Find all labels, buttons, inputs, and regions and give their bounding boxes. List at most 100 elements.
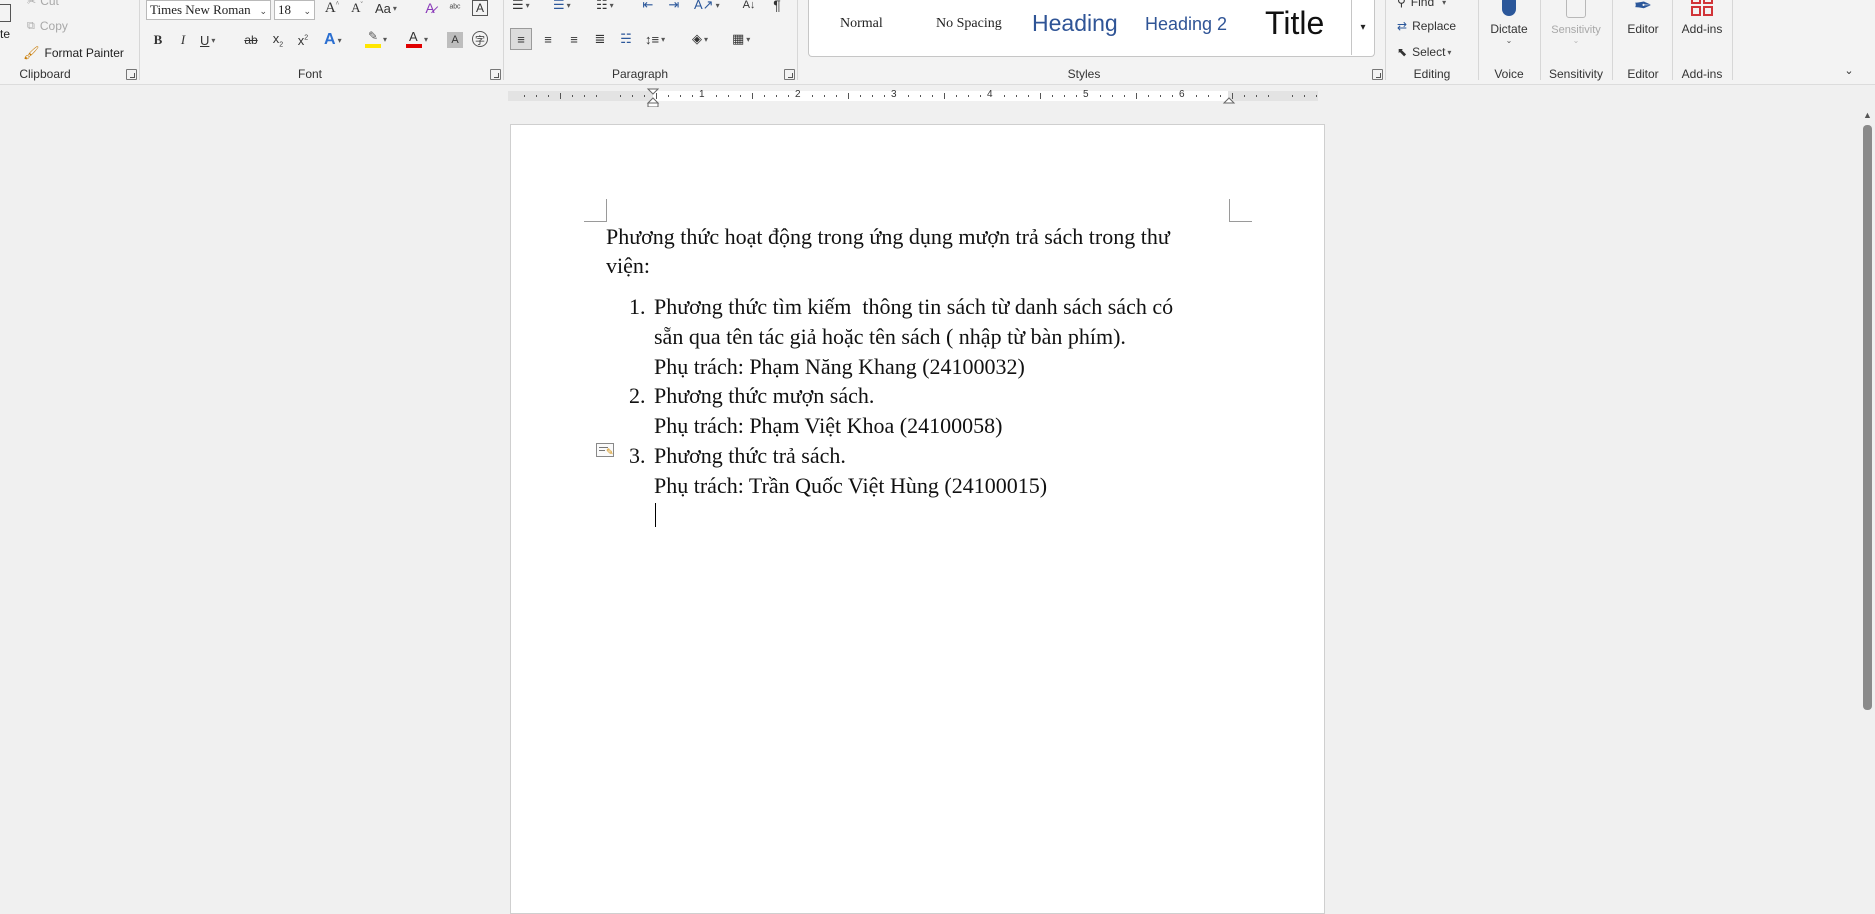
styles-more-button[interactable]: ▾ bbox=[1351, 0, 1374, 55]
list-item-owner[interactable]: Phụ trách: Phạm Năng Khang (24100032) bbox=[654, 352, 1025, 382]
list-item-number: 3. bbox=[629, 443, 646, 468]
editor-button[interactable]: ✒ Editor bbox=[1618, 0, 1668, 44]
enclose-characters-button[interactable]: 字 bbox=[472, 31, 488, 47]
cut-label: Cut bbox=[40, 0, 59, 8]
font-name-combo[interactable]: Times New Roman ⌄ bbox=[146, 0, 271, 20]
clipboard-dialog-launcher[interactable] bbox=[126, 69, 137, 80]
sort-button[interactable]: A↓ bbox=[740, 0, 758, 14]
ruler-tick bbox=[848, 93, 849, 99]
phonetic-guide-button[interactable]: ᵃᵇᶜ bbox=[445, 0, 465, 16]
chevron-down-icon: ⌄ bbox=[1844, 64, 1854, 77]
ruler-tick bbox=[1040, 93, 1041, 99]
cursor-icon: ⬉ bbox=[1397, 45, 1408, 59]
list-item-line[interactable]: sẵn qua tên tác giả hoặc tên sách ( nhập… bbox=[654, 322, 1126, 352]
align-right-button[interactable]: ≡ bbox=[563, 28, 585, 50]
intro-line-2[interactable]: viện: bbox=[606, 251, 650, 281]
ruler-tick bbox=[1304, 95, 1305, 97]
list-item-line[interactable]: Phương thức mượn sách. bbox=[654, 381, 874, 411]
shrink-font-button[interactable]: Aˇ bbox=[347, 0, 367, 16]
font-size-combo[interactable]: 18 ⌄ bbox=[274, 0, 315, 20]
italic-button[interactable]: I bbox=[175, 30, 191, 50]
font-color-button[interactable]: A ▾ bbox=[406, 28, 428, 50]
underline-button[interactable]: U ▾ bbox=[200, 30, 215, 50]
line-spacing-button[interactable]: ↕≡ ▾ bbox=[645, 28, 665, 50]
highlight-button[interactable]: ✎ ▾ bbox=[365, 28, 387, 50]
borders-button[interactable]: ▦ ▾ bbox=[732, 28, 750, 50]
ruler-number: 2 bbox=[795, 89, 801, 100]
editor-pen-icon: ✒ bbox=[1633, 0, 1653, 18]
ruler-tick bbox=[668, 95, 669, 97]
style-heading[interactable]: Heading bbox=[1032, 10, 1118, 37]
format-painter-button[interactable]: 🖌 Format Painter bbox=[23, 44, 124, 62]
horizontal-ruler[interactable]: 1 2 3 4 5 6 bbox=[0, 85, 1861, 107]
change-case-button[interactable]: Aa ▾ bbox=[375, 0, 397, 16]
addins-button[interactable]: Add-ins bbox=[1676, 0, 1728, 44]
grow-font-button[interactable]: A^ bbox=[322, 0, 342, 16]
scroll-up-arrow-icon[interactable]: ▲ bbox=[1863, 110, 1872, 120]
align-left-icon: ≡ bbox=[517, 31, 525, 47]
ruler-tick bbox=[944, 93, 945, 99]
ruler-tick bbox=[764, 95, 765, 97]
scrollbar-thumb[interactable] bbox=[1863, 125, 1872, 710]
style-heading-2[interactable]: Heading 2 bbox=[1145, 14, 1227, 35]
shading-button[interactable]: ◈ ▾ bbox=[692, 28, 708, 50]
bullets-button[interactable]: ☰ ▾ bbox=[512, 0, 530, 14]
highlighter-icon: ✎ bbox=[365, 29, 381, 49]
list-item-line[interactable]: Phương thức tìm kiếm thông tin sách từ d… bbox=[654, 292, 1173, 322]
ribbon: te ✂ Cut ⧉ Copy 🖌 Format Painter Clipboa… bbox=[0, 0, 1875, 85]
replace-button[interactable]: ⇄ Replace bbox=[1397, 17, 1456, 35]
character-shading-button[interactable]: A bbox=[447, 32, 463, 48]
ruler-tick bbox=[956, 95, 957, 97]
bold-icon: B bbox=[153, 32, 163, 47]
multilevel-list-button[interactable]: ☷ ▾ bbox=[596, 0, 614, 14]
cut-button[interactable]: ✂ Cut bbox=[27, 0, 59, 8]
autocorrect-options-icon[interactable]: ✎ bbox=[596, 443, 614, 457]
voice-group-label: Voice bbox=[1494, 67, 1524, 81]
style-title[interactable]: Title bbox=[1265, 5, 1324, 42]
paste-button-partial[interactable]: te bbox=[0, 0, 14, 50]
grow-font-icon: A^ bbox=[324, 0, 340, 16]
list-item-owner[interactable]: Phụ trách: Trần Quốc Việt Hùng (24100015… bbox=[654, 471, 1047, 501]
format-painter-label: Format Painter bbox=[44, 46, 124, 60]
align-center-button[interactable]: ≡ bbox=[537, 28, 559, 50]
find-button[interactable]: ⚲ Find ▾ bbox=[1397, 0, 1446, 10]
styles-dialog-launcher[interactable] bbox=[1372, 69, 1383, 80]
select-button[interactable]: ⬉ Select ▾ bbox=[1397, 43, 1451, 61]
line-spacing-icon: ↕≡ bbox=[645, 31, 660, 47]
list-item-line[interactable]: Phương thức trả sách. bbox=[654, 441, 846, 471]
style-no-spacing[interactable]: No Spacing bbox=[936, 16, 1002, 32]
font-dialog-launcher[interactable] bbox=[490, 69, 501, 80]
align-left-button[interactable]: ≡ bbox=[510, 28, 532, 50]
list-item-owner[interactable]: Phụ trách: Phạm Việt Khoa (24100058) bbox=[654, 411, 1002, 441]
sensitivity-button[interactable]: Sensitivity ⌄ bbox=[1544, 0, 1608, 58]
chevron-down-icon: ▾ bbox=[715, 0, 720, 10]
increase-indent-button[interactable]: ⇥ bbox=[664, 0, 684, 14]
character-border-button[interactable]: A bbox=[472, 0, 488, 16]
intro-line-1[interactable]: Phương thức hoạt động trong ứng dụng mượ… bbox=[606, 222, 1170, 252]
style-normal[interactable]: Normal bbox=[840, 16, 883, 32]
asian-layout-button[interactable]: A↗ ▾ bbox=[694, 0, 720, 14]
text-effects-button[interactable]: A ▾ bbox=[324, 30, 342, 50]
decrease-indent-button[interactable]: ⇤ bbox=[638, 0, 658, 14]
replace-label: Replace bbox=[1412, 19, 1457, 33]
collapse-ribbon-button[interactable]: ⌄ bbox=[1840, 62, 1858, 78]
styles-group-label: Styles bbox=[1067, 67, 1101, 81]
subscript-button[interactable]: x2 bbox=[269, 30, 287, 50]
superscript-button[interactable]: x2 bbox=[294, 30, 312, 50]
clear-formatting-button[interactable]: A̷ bbox=[420, 0, 440, 16]
copy-button[interactable]: ⧉ Copy bbox=[27, 18, 68, 34]
dictate-button[interactable]: Dictate ⌄ bbox=[1484, 0, 1534, 58]
show-formatting-button[interactable]: ¶ bbox=[768, 0, 786, 14]
justify-button[interactable]: ≣ bbox=[589, 28, 611, 50]
editor-button-label: Editor bbox=[1627, 22, 1659, 36]
scissors-icon: ✂ bbox=[27, 0, 37, 8]
ruler-tick bbox=[788, 95, 789, 97]
ruler-tick bbox=[632, 95, 633, 97]
distributed-button[interactable]: ☵ bbox=[615, 28, 637, 50]
chevron-down-icon: ▾ bbox=[746, 34, 751, 44]
strikethrough-button[interactable]: ab bbox=[242, 30, 260, 50]
numbering-button[interactable]: ☰ ▾ bbox=[553, 0, 571, 14]
document-page[interactable]: Phương thức hoạt động trong ứng dụng mượ… bbox=[510, 124, 1325, 914]
bold-button[interactable]: B bbox=[150, 30, 166, 50]
paragraph-dialog-launcher[interactable] bbox=[784, 69, 795, 80]
